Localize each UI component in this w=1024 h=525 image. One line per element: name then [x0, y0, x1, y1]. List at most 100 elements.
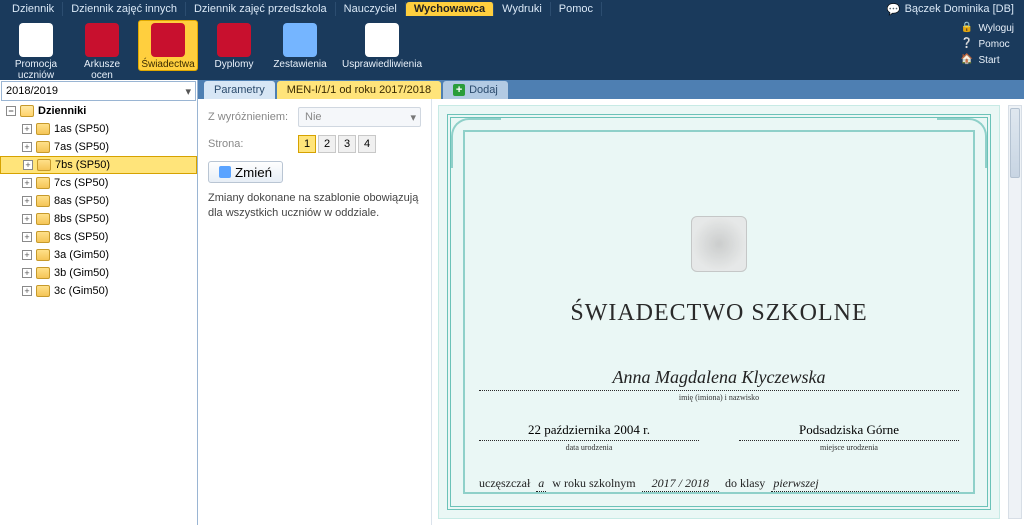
ribbon-usprawiedliwienia[interactable]: Usprawiedliwienia — [336, 20, 428, 71]
tree-item-label: 3b (Gim50) — [54, 267, 109, 279]
user-label[interactable]: 💬 Bączek Dominika [DB] — [887, 3, 1020, 16]
paper-icon — [365, 23, 399, 57]
tree-item-1as[interactable]: +1as (SP50) — [0, 120, 197, 138]
lock-icon: 🔒 — [961, 22, 973, 34]
page-3[interactable]: 3 — [338, 135, 356, 153]
certificate-title: ŚWIADECTWO SZKOLNE — [479, 300, 959, 327]
ribbon-promocja[interactable]: Promocja uczniów — [6, 20, 66, 82]
ribbon-label: Zestawienia — [271, 59, 329, 70]
chevron-down-icon: ▾ — [410, 111, 416, 124]
scrollbar-thumb[interactable] — [1010, 108, 1020, 178]
ribbon-label: Promocja uczniów — [7, 59, 65, 81]
folder-icon — [36, 249, 50, 261]
menu-dziennik-przedszkola[interactable]: Dziennik zajęć przedszkola — [186, 2, 336, 16]
page-1[interactable]: 1 — [298, 135, 316, 153]
expand-icon[interactable]: + — [22, 214, 32, 224]
logout-label: Wyloguj — [979, 23, 1014, 34]
params-note: Zmiany dokonane na szablonie obowiązują … — [208, 191, 421, 221]
pdf-icon — [217, 23, 251, 57]
tree-item-label: 1as (SP50) — [54, 123, 109, 135]
tree: − Dzienniki +1as (SP50) +7as (SP50) +7bs… — [0, 102, 197, 525]
expand-icon[interactable]: + — [22, 196, 32, 206]
expand-icon[interactable]: + — [22, 286, 32, 296]
tab-add[interactable]: + Dodaj — [443, 81, 508, 99]
tree-item-7bs[interactable]: +7bs (SP50) — [0, 156, 197, 174]
start-label: Start — [979, 55, 1000, 66]
menu-nauczyciel[interactable]: Nauczyciel — [336, 2, 406, 16]
tree-item-label: 7as (SP50) — [54, 141, 109, 153]
tree-item-label: 7bs (SP50) — [55, 159, 110, 171]
expand-icon[interactable]: + — [22, 178, 32, 188]
logout-link[interactable]: 🔒 Wyloguj — [961, 20, 1014, 36]
preview: ŚWIADECTWO SZKOLNE Anna Magdalena Klycze… — [432, 99, 1024, 525]
eagle-emblem-icon — [691, 216, 747, 272]
tree-item-7as[interactable]: +7as (SP50) — [0, 138, 197, 156]
tree-item-label: 8bs (SP50) — [54, 213, 109, 225]
folder-icon — [36, 231, 50, 243]
ribbon-swiadectwa[interactable]: Świadectwa — [138, 20, 198, 71]
menu-dziennik[interactable]: Dziennik — [4, 2, 63, 16]
menu-wydruki[interactable]: Wydruki — [494, 2, 551, 16]
ribbon-right: 🔒 Wyloguj ❔ Pomoc 🏠 Start — [961, 20, 1014, 68]
class-value: pierwszej — [771, 476, 959, 492]
year-value: 2018/2019 — [6, 85, 58, 97]
tree-root[interactable]: − Dzienniki — [0, 102, 197, 120]
tree-item-8bs[interactable]: +8bs (SP50) — [0, 210, 197, 228]
dob-value: 22 października 2004 r. — [479, 422, 699, 438]
certificate-inner: ŚWIADECTWO SZKOLNE Anna Magdalena Klycze… — [479, 146, 959, 508]
change-button[interactable]: Zmień — [208, 161, 283, 183]
underline — [479, 440, 699, 441]
ribbon-label: Arkusze ocen — [73, 59, 131, 81]
year-range: 2017 / 2018 — [642, 476, 719, 492]
expand-icon[interactable]: + — [22, 142, 32, 152]
folder-icon — [37, 159, 51, 171]
help-link[interactable]: ❔ Pomoc — [961, 36, 1014, 52]
pob-sublabel: miejsce urodzenia — [739, 443, 959, 452]
expand-icon[interactable]: + — [22, 124, 32, 134]
pdf-icon — [85, 23, 119, 57]
expand-icon[interactable]: + — [22, 232, 32, 242]
ribbon-arkusze[interactable]: Arkusze ocen — [72, 20, 132, 82]
line-mid: w roku szkolnym — [552, 476, 635, 491]
ribbon-label: Świadectwa — [139, 59, 197, 70]
page-4[interactable]: 4 — [358, 135, 376, 153]
year-select[interactable]: 2018/2019 ▾ — [1, 81, 196, 101]
folder-icon — [36, 195, 50, 207]
scrollbar[interactable] — [1008, 105, 1022, 519]
ribbon-zestawienia[interactable]: Zestawienia — [270, 20, 330, 71]
left-panel: 2018/2019 ▾ − Dzienniki +1as (SP50) +7as… — [0, 80, 198, 525]
tab-parametry[interactable]: Parametry — [204, 81, 275, 99]
highlight-label: Z wyróżnieniem: — [208, 111, 298, 123]
line-suffix: a — [536, 476, 546, 492]
tree-item-3a[interactable]: +3a (Gim50) — [0, 246, 197, 264]
tree-item-7cs[interactable]: +7cs (SP50) — [0, 174, 197, 192]
tree-item-label: 3a (Gim50) — [54, 249, 109, 261]
expand-icon[interactable]: + — [22, 250, 32, 260]
highlight-value: Nie — [305, 111, 322, 123]
folder-icon — [36, 213, 50, 225]
tree-item-label: 8as (SP50) — [54, 195, 109, 207]
folder-icon — [36, 267, 50, 279]
page-2[interactable]: 2 — [318, 135, 336, 153]
underline — [739, 440, 959, 441]
help-label: Pomoc — [979, 39, 1010, 50]
folder-open-icon — [20, 105, 34, 117]
tree-item-8as[interactable]: +8as (SP50) — [0, 192, 197, 210]
ribbon-dyplomy[interactable]: Dyplomy — [204, 20, 264, 71]
menu-wychowawca[interactable]: Wychowawca — [406, 2, 494, 16]
menubar: Dziennik Dziennik zajęć innych Dziennik … — [0, 0, 1024, 18]
expand-icon[interactable]: + — [22, 268, 32, 278]
pencil-icon — [219, 166, 231, 178]
tree-item-label: 8cs (SP50) — [54, 231, 108, 243]
tab-men[interactable]: MEN-I/1/1 od roku 2017/2018 — [277, 81, 441, 99]
tree-item-3c[interactable]: +3c (Gim50) — [0, 282, 197, 300]
expand-icon[interactable]: + — [23, 160, 33, 170]
tree-item-8cs[interactable]: +8cs (SP50) — [0, 228, 197, 246]
content: Z wyróżnieniem: Nie ▾ Strona: 1 2 3 4 — [198, 99, 1024, 525]
student-name: Anna Magdalena Klyczewska — [479, 367, 959, 388]
start-link[interactable]: 🏠 Start — [961, 52, 1014, 68]
tree-item-3b[interactable]: +3b (Gim50) — [0, 264, 197, 282]
collapse-icon[interactable]: − — [6, 106, 16, 116]
menu-dziennik-innych[interactable]: Dziennik zajęć innych — [63, 2, 186, 16]
menu-pomoc[interactable]: Pomoc — [551, 2, 602, 16]
